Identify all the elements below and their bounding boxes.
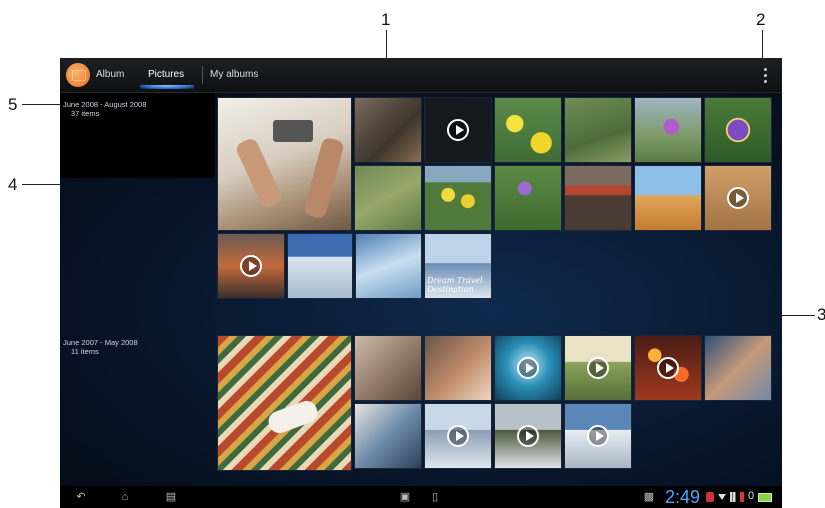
callout-5-line [22,104,64,105]
photo-thumbnail[interactable] [634,97,702,163]
photo-thumbnail[interactable] [494,165,562,231]
group-2-count: 11 items [71,347,99,356]
callout-5: 5 [8,95,18,114]
recent-apps-icon[interactable]: ▤ [164,491,178,503]
battery-level: 0 [748,490,755,502]
video-thumbnail[interactable] [564,335,632,401]
screenshot-icon[interactable]: ▣ [398,491,412,503]
group-1-label[interactable]: June 2008 - August 2008 37 items [63,100,146,118]
play-icon [447,425,469,447]
photo-thumbnail[interactable] [564,97,632,163]
overflow-menu-icon[interactable] [760,65,770,85]
play-icon [240,255,262,277]
photo-thumbnail[interactable] [704,335,772,401]
video-thumbnail[interactable] [424,403,492,469]
video-thumbnail[interactable] [494,335,562,401]
group-1-count: 37 items [71,109,100,118]
photo-thumbnail[interactable] [354,165,422,231]
photo-thumbnail[interactable] [704,97,772,163]
wifi-icon [718,494,726,500]
gallery-content[interactable]: June 2008 - August 2008 37 items June 20… [60,93,782,486]
home-icon[interactable]: ⌂ [118,491,132,503]
callout-4: 4 [8,175,18,194]
photo-thumbnail[interactable]: Dream Travel Destination [424,233,492,299]
photo-thumbnail-featured[interactable] [217,335,352,471]
tab-my-albums[interactable]: My albums [210,69,258,80]
play-icon [587,357,609,379]
photo-thumbnail[interactable] [494,97,562,163]
play-icon [727,187,749,209]
play-icon [517,357,539,379]
notification-icon [706,492,714,502]
destination-caption: Dream Travel Destination [427,276,483,294]
album-app-icon[interactable] [66,63,90,87]
play-icon [587,425,609,447]
alert-icon [740,492,744,502]
photo-thumbnail[interactable] [564,165,632,231]
photo-thumbnail[interactable] [634,165,702,231]
photo-thumbnail-featured[interactable] [217,97,352,231]
callout-1: 1 [381,10,391,29]
video-thumbnail[interactable] [704,165,772,231]
photo-thumbnail[interactable] [424,165,492,231]
gallery-notification-icon[interactable]: ▩ [642,491,656,503]
status-clock: 2:49 [665,487,701,507]
photo-thumbnail[interactable] [354,335,422,401]
group-2-date-range: June 2007 - May 2008 [63,338,138,347]
video-thumbnail[interactable] [424,97,492,163]
tab-divider [202,66,203,84]
play-icon [447,119,469,141]
group-2-label[interactable]: June 2007 - May 2008 11 items [63,338,138,356]
photo-thumbnail[interactable] [354,97,422,163]
video-thumbnail[interactable] [564,403,632,469]
tablet-screen: Album Pictures My albums June 2008 - Aug… [60,58,782,508]
group-1-date-range: June 2008 - August 2008 [63,100,147,109]
photo-thumbnail[interactable] [354,403,422,469]
video-thumbnail[interactable] [634,335,702,401]
phone-icon[interactable]: ▯ [428,491,442,503]
system-nav-bar: ↶ ⌂ ▤ ▣ ▯ ▩ 2:49 0 [60,486,782,508]
photo-thumbnail[interactable] [287,233,353,299]
album-label[interactable]: Album [96,69,124,80]
photo-thumbnail[interactable] [355,233,422,299]
callout-2: 2 [756,10,766,29]
video-thumbnail[interactable] [217,233,285,299]
photo-thumbnail[interactable] [424,335,492,401]
back-icon[interactable]: ↶ [74,491,88,503]
signal-icon [730,492,738,502]
callout-3: 3 [817,305,825,324]
play-icon [657,357,679,379]
video-thumbnail[interactable] [494,403,562,469]
tab-pictures[interactable]: Pictures [148,69,184,80]
tab-pictures-indicator [140,85,194,89]
action-bar: Album Pictures My albums [60,58,782,93]
battery-icon [758,493,772,502]
play-icon [517,425,539,447]
